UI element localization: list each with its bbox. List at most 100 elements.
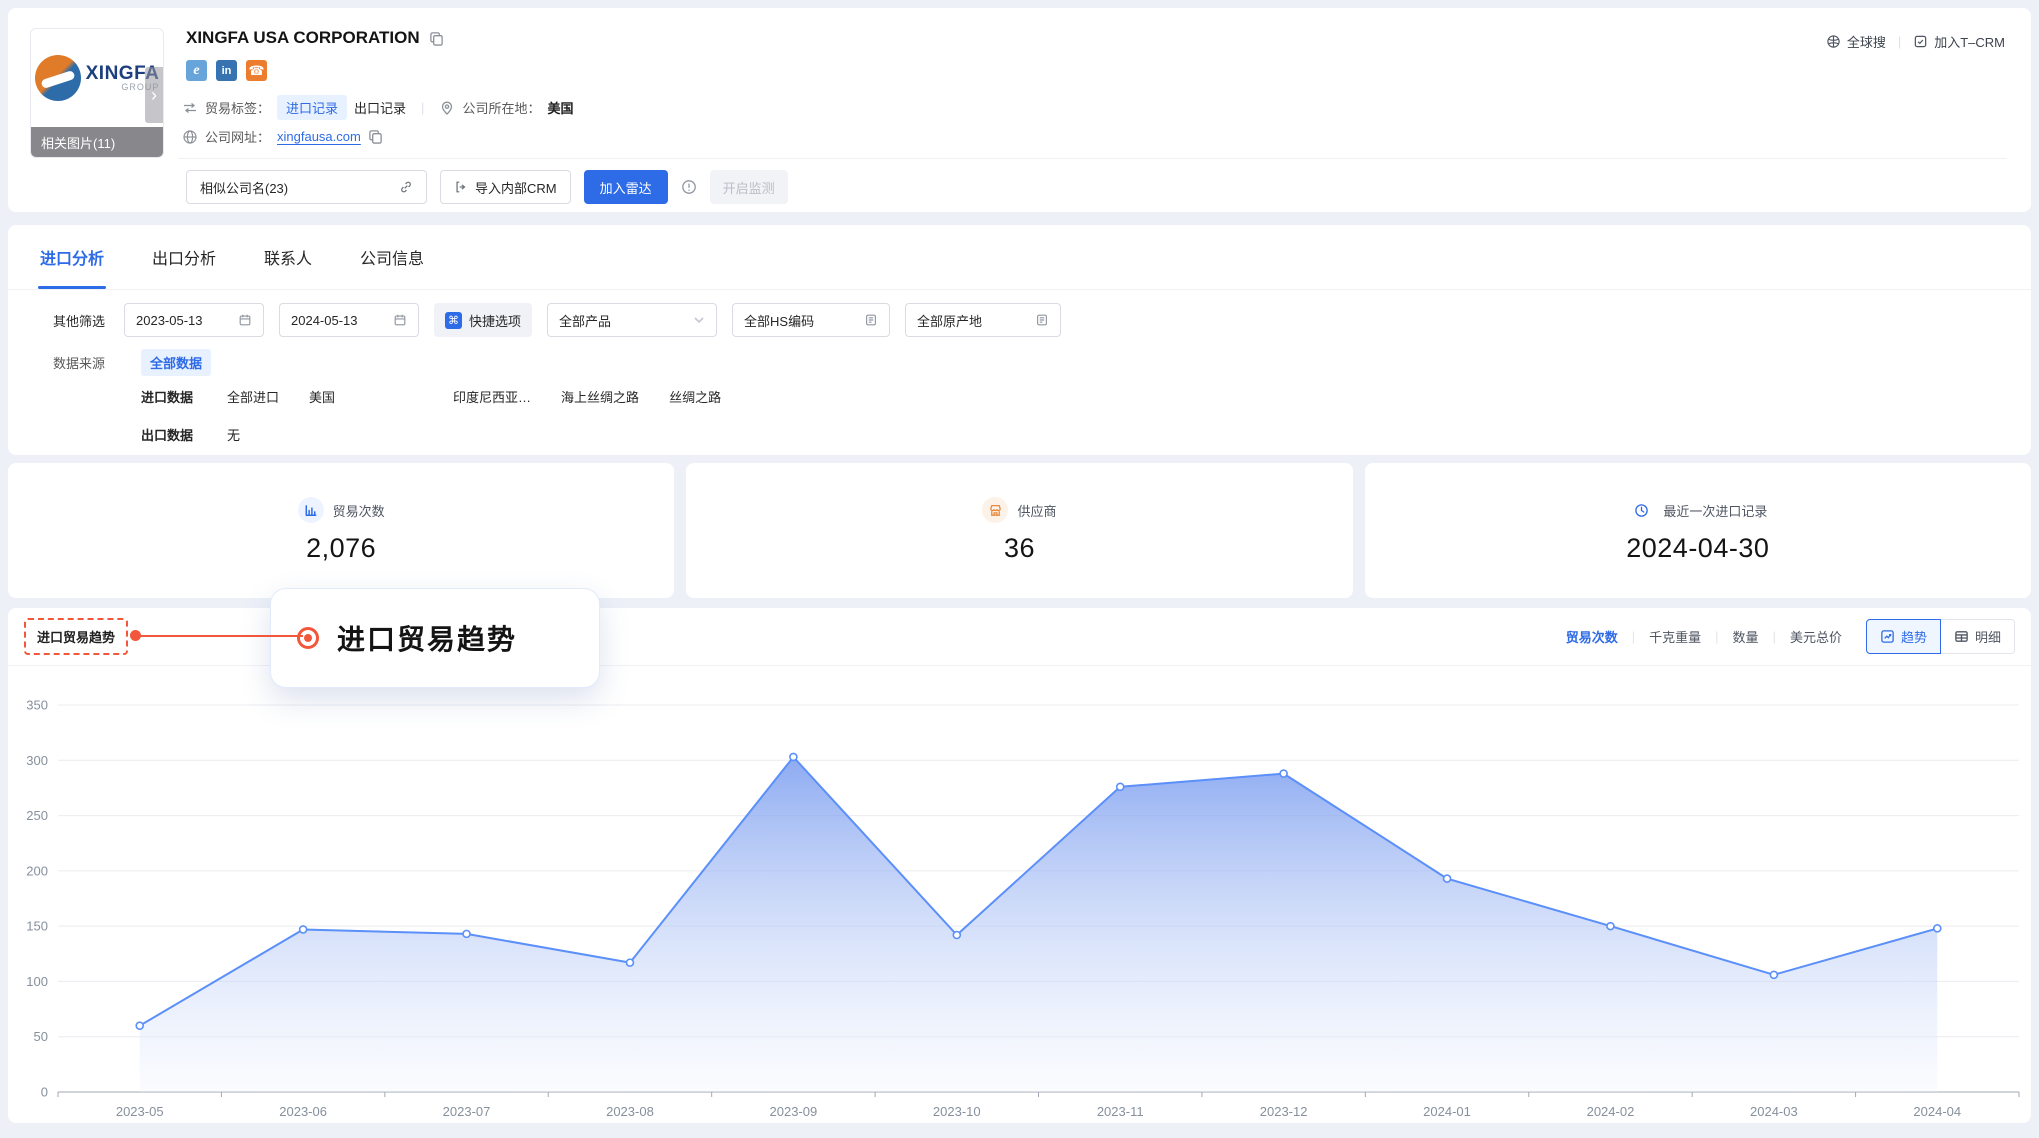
page: XINGFA GROUP › 相关图片(11) XINGFA USA CORPO…: [0, 0, 2039, 1138]
callout-tooltip: 进口贸易趋势: [270, 588, 600, 688]
svg-text:50: 50: [34, 1029, 48, 1044]
svg-text:2023-11: 2023-11: [1097, 1104, 1144, 1119]
svg-text:200: 200: [26, 863, 48, 878]
tab-bar: 进口分析 出口分析 联系人 公司信息: [38, 225, 426, 289]
location-icon: [439, 100, 455, 116]
phone-icon[interactable]: ☎: [246, 60, 267, 81]
stat-card-trade-count: 贸易次数 2,076: [8, 463, 674, 598]
svg-text:2024-01: 2024-01: [1423, 1104, 1471, 1119]
stat-card-last-import: 最近一次进口记录 2024-04-30: [1365, 463, 2031, 598]
trend-icon: [1880, 629, 1895, 644]
all-data-tag[interactable]: 全部数据: [141, 349, 211, 376]
hs-code-select[interactable]: 全部HS编码: [732, 303, 890, 337]
svg-text:2023-12: 2023-12: [1260, 1104, 1308, 1119]
svg-text:2023-07: 2023-07: [443, 1104, 491, 1119]
source-item[interactable]: 全部进口: [227, 387, 279, 406]
list-icon: [1035, 313, 1049, 327]
metric-usd-total[interactable]: 美元总价: [1790, 627, 1842, 646]
date-from-input[interactable]: 2023-05-13: [124, 303, 264, 337]
svg-text:2023-09: 2023-09: [770, 1104, 818, 1119]
clock-icon: [1628, 497, 1654, 523]
svg-text:250: 250: [26, 808, 48, 823]
website-label: 公司网址：: [205, 127, 270, 146]
global-search-icon: [1826, 34, 1841, 49]
tcrm-icon: [1913, 34, 1928, 49]
globe-icon: [182, 129, 198, 145]
svg-text:2023-10: 2023-10: [933, 1104, 981, 1119]
tab-import-analysis[interactable]: 进口分析: [38, 225, 106, 289]
company-logo: XINGFA GROUP: [31, 29, 163, 127]
callout-dot: [130, 630, 141, 641]
svg-text:150: 150: [26, 919, 48, 934]
global-search-button[interactable]: 全球搜: [1826, 32, 1886, 51]
quick-options-icon: ⌘: [445, 312, 462, 329]
company-name: XINGFA USA CORPORATION: [186, 28, 420, 48]
svg-text:100: 100: [26, 974, 48, 989]
svg-text:2023-05: 2023-05: [116, 1104, 164, 1119]
origin-select[interactable]: 全部原产地: [905, 303, 1061, 337]
website-social-icon[interactable]: e: [186, 60, 207, 81]
chevron-down-icon: [693, 314, 705, 326]
tab-contacts[interactable]: 联系人: [262, 225, 314, 289]
ring-target-icon: [297, 627, 319, 649]
stat-value: 2024-04-30: [1626, 533, 1769, 564]
join-tcrm-button[interactable]: 加入T–CRM: [1913, 32, 2005, 51]
similar-companies-button[interactable]: 相似公司名(23): [186, 170, 427, 204]
linkedin-icon[interactable]: in: [216, 60, 237, 81]
company-header-panel: XINGFA GROUP › 相关图片(11) XINGFA USA CORPO…: [8, 8, 2031, 212]
view-trend-button[interactable]: 趋势: [1866, 619, 1941, 654]
metric-kg-weight[interactable]: 千克重量: [1649, 627, 1701, 646]
logo-globe-icon: [35, 55, 81, 101]
svg-text:2024-04: 2024-04: [1913, 1104, 1961, 1119]
location-label: 公司所在地：: [462, 98, 540, 117]
svg-text:0: 0: [41, 1085, 48, 1100]
start-monitor-button[interactable]: 开启监测: [710, 170, 788, 204]
svg-text:350: 350: [26, 698, 48, 713]
shop-icon: [982, 497, 1008, 523]
trade-label: 贸易标签：: [205, 98, 270, 117]
import-crm-button[interactable]: 导入内部CRM: [440, 170, 571, 204]
export-data-label: 出口数据: [141, 425, 227, 444]
bar-chart-icon: [298, 497, 324, 523]
website-link[interactable]: xingfausa.com: [277, 129, 361, 144]
chart-section-title: 进口贸易趋势: [24, 618, 128, 655]
svg-text:2024-02: 2024-02: [1587, 1104, 1635, 1119]
source-item[interactable]: 海上丝绸之路: [561, 387, 639, 406]
analysis-panel: 进口分析 出口分析 联系人 公司信息 其他筛选 2023-05-13 2024-…: [8, 225, 2031, 455]
tab-company-info[interactable]: 公司信息: [358, 225, 426, 289]
stat-label: 贸易次数: [333, 501, 385, 520]
copy-website-icon[interactable]: [368, 129, 383, 144]
add-radar-button[interactable]: 加入雷达: [584, 170, 668, 204]
quick-options-button[interactable]: ⌘ 快捷选项: [434, 303, 532, 337]
export-data-value: 无: [227, 425, 240, 444]
company-logo-card[interactable]: XINGFA GROUP › 相关图片(11): [30, 28, 164, 158]
tab-export-analysis[interactable]: 出口分析: [150, 225, 218, 289]
related-images-label[interactable]: 相关图片(11): [31, 127, 163, 157]
info-icon[interactable]: [681, 179, 697, 195]
stat-value: 2,076: [306, 533, 376, 564]
copy-icon[interactable]: [429, 31, 444, 46]
stat-value: 36: [1004, 533, 1035, 564]
view-detail-button[interactable]: 明细: [1941, 619, 2015, 654]
product-select[interactable]: 全部产品: [547, 303, 717, 337]
metric-trade-count[interactable]: 贸易次数: [1566, 627, 1618, 646]
trade-tag-icon: [182, 100, 198, 116]
stat-card-suppliers: 供应商 36: [686, 463, 1352, 598]
calendar-icon: [238, 313, 252, 327]
callout-connector-line: [133, 635, 303, 637]
metric-quantity[interactable]: 数量: [1733, 627, 1759, 646]
export-record-tag[interactable]: 出口记录: [354, 98, 406, 117]
svg-text:2023-06: 2023-06: [279, 1104, 327, 1119]
source-item[interactable]: 印度尼西亚…: [453, 387, 531, 406]
source-item[interactable]: 丝绸之路: [669, 387, 721, 406]
callout-title: 进口贸易趋势: [337, 618, 517, 658]
import-data-label: 进口数据: [141, 387, 227, 406]
location-value: 美国: [547, 98, 573, 117]
stat-label: 最近一次进口记录: [1663, 501, 1767, 520]
source-item[interactable]: 美国: [309, 387, 335, 406]
date-to-input[interactable]: 2024-05-13: [279, 303, 419, 337]
import-record-tag[interactable]: 进口记录: [277, 95, 347, 120]
logo-carousel-next-icon[interactable]: ›: [145, 67, 163, 123]
svg-text:2023-08: 2023-08: [606, 1104, 654, 1119]
data-source-label: 数据来源: [53, 353, 141, 372]
